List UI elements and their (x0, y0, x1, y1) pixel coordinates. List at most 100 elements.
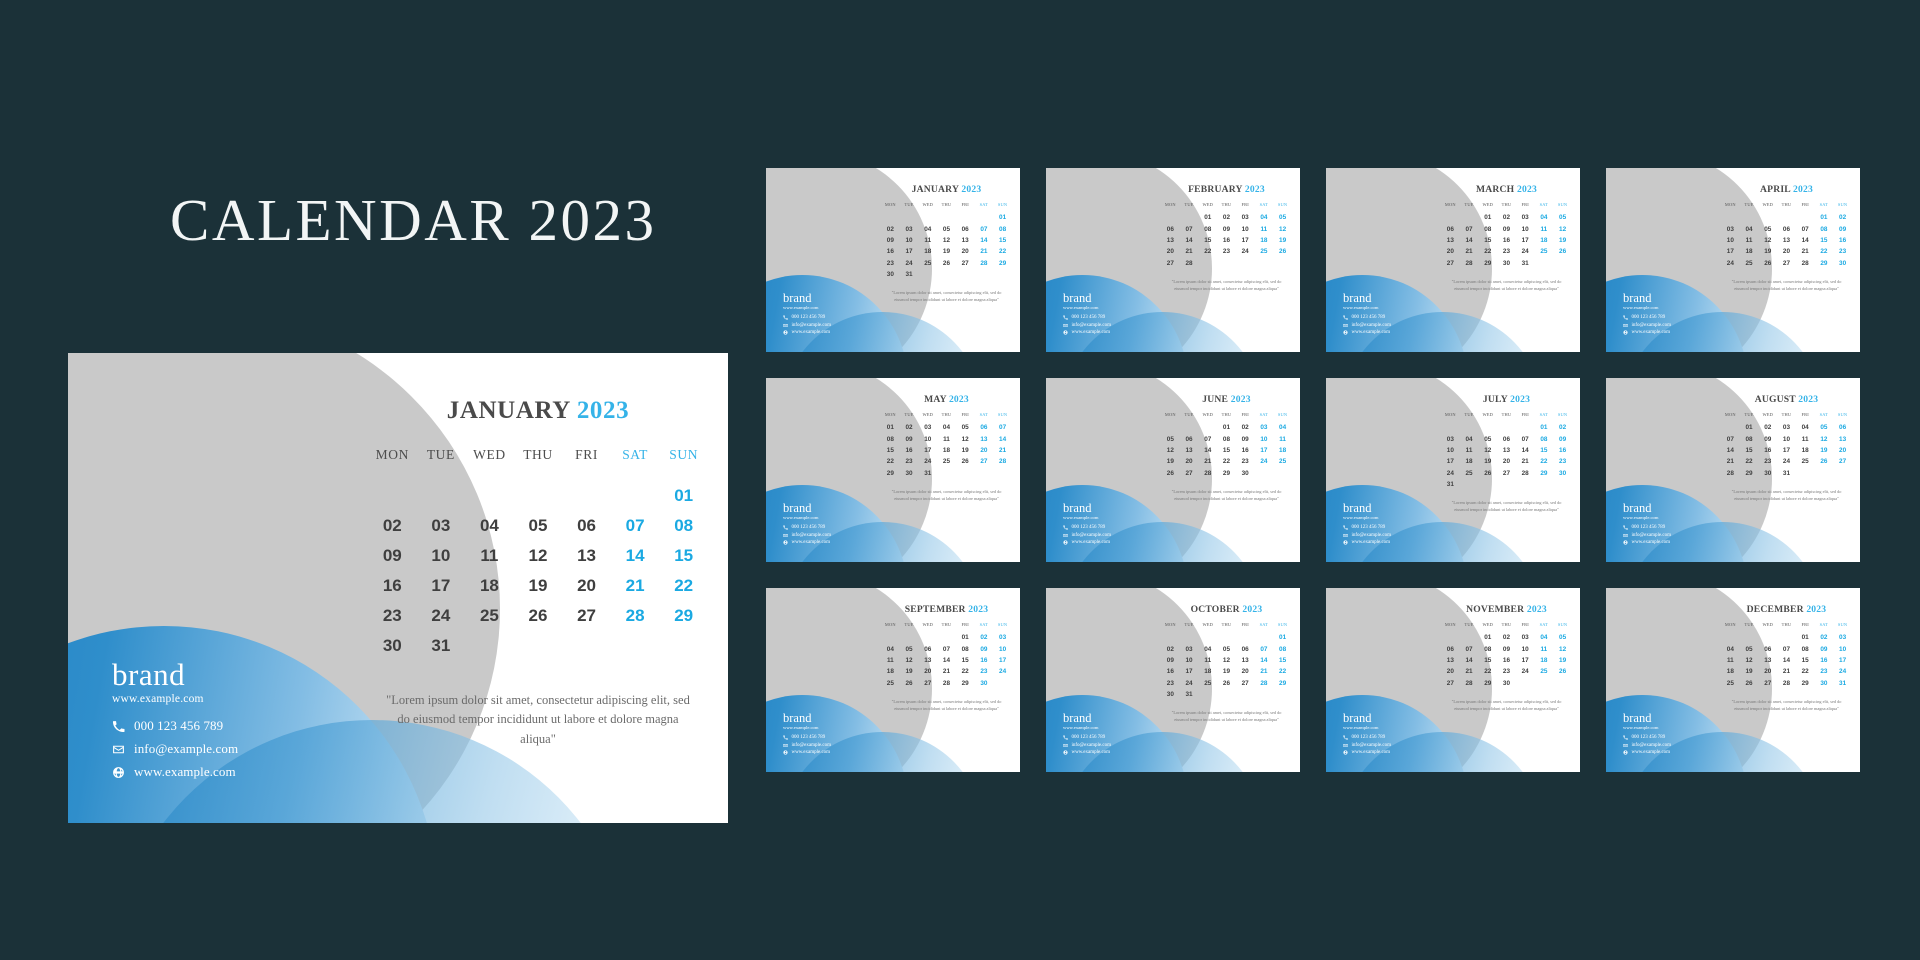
date-cell[interactable]: 23 (1833, 246, 1852, 257)
date-grid[interactable]: MON TUE WED THU FRI SAT SUN 01 02 03 04 05 06 07 08 09 1… (881, 622, 1012, 689)
date-cell[interactable]: 11 (918, 235, 937, 246)
contact-row[interactable]: www.example.com (1063, 750, 1111, 755)
date-cell[interactable]: 12 (1553, 223, 1572, 234)
date-cell[interactable]: 21 (1180, 246, 1199, 257)
date-cell[interactable]: 14 (937, 655, 956, 666)
date-cell[interactable]: 24 (993, 666, 1012, 677)
date-cell[interactable]: 22 (1478, 246, 1497, 257)
date-cell[interactable]: 02 (975, 632, 994, 643)
date-cell[interactable]: 09 (1758, 433, 1777, 444)
date-cell[interactable]: 08 (993, 223, 1012, 234)
date-cell[interactable]: 05 (514, 511, 563, 541)
date-cell[interactable]: 09 (975, 643, 994, 654)
contact-row[interactable]: info@example.com (1343, 533, 1391, 538)
date-cell[interactable]: 06 (1236, 643, 1255, 654)
date-cell[interactable]: 10 (1236, 223, 1255, 234)
date-cell[interactable]: 14 (1721, 445, 1740, 456)
contact-row[interactable]: 000 123 456 789 (1063, 525, 1111, 530)
date-cell[interactable]: 02 (1815, 632, 1834, 643)
date-cell[interactable]: 21 (1516, 456, 1535, 467)
date-cell[interactable]: 29 (956, 678, 975, 689)
date-cell[interactable]: 09 (1161, 655, 1180, 666)
date-cell[interactable]: 15 (1478, 235, 1497, 246)
month-thumbnail-june[interactable]: brand www.example.com 000 123 456 789 info@… (1046, 378, 1300, 562)
date-cell[interactable]: 21 (1796, 246, 1815, 257)
date-grid[interactable]: MON TUE WED THU FRI SAT SUN 01 02 03 04 05 06 07 08 09 1… (881, 202, 1012, 280)
date-cell[interactable]: 18 (465, 571, 514, 601)
date-cell[interactable]: 06 (562, 511, 611, 541)
date-cell[interactable]: 19 (1553, 235, 1572, 246)
date-cell[interactable]: 25 (1740, 258, 1759, 269)
date-cell[interactable]: 16 (1217, 235, 1236, 246)
date-cell[interactable]: 19 (1161, 456, 1180, 467)
date-cell[interactable]: 28 (1180, 258, 1199, 269)
date-cell[interactable]: 22 (1796, 666, 1815, 677)
date-cell[interactable]: 02 (1217, 212, 1236, 223)
date-cell[interactable]: 08 (1535, 433, 1554, 444)
date-cell[interactable]: 24 (1516, 246, 1535, 257)
date-cell[interactable]: 02 (1553, 422, 1572, 433)
date-cell[interactable]: 27 (975, 456, 994, 467)
date-cell[interactable]: 16 (368, 571, 417, 601)
contact-row[interactable]: info@example.com (1063, 743, 1111, 748)
date-cell[interactable]: 10 (1516, 643, 1535, 654)
date-cell[interactable]: 12 (514, 541, 563, 571)
date-cell[interactable]: 01 (1273, 632, 1292, 643)
date-cell[interactable]: 29 (1796, 678, 1815, 689)
date-cell[interactable]: 11 (1255, 223, 1274, 234)
contact-row[interactable]: www.example.com (112, 764, 238, 780)
date-cell[interactable]: 08 (659, 511, 708, 541)
date-cell[interactable]: 19 (956, 445, 975, 456)
date-cell[interactable]: 03 (1180, 643, 1199, 654)
date-cell[interactable]: 23 (1217, 246, 1236, 257)
date-cell[interactable]: 26 (514, 601, 563, 631)
date-cell[interactable]: 26 (1815, 456, 1834, 467)
date-cell[interactable]: 18 (1460, 456, 1479, 467)
date-cell[interactable]: 13 (1777, 235, 1796, 246)
date-cell[interactable]: 05 (1161, 433, 1180, 444)
date-cell[interactable]: 11 (937, 433, 956, 444)
date-cell[interactable]: 30 (1161, 689, 1180, 700)
date-cell[interactable]: 21 (993, 445, 1012, 456)
date-cell[interactable]: 23 (1815, 666, 1834, 677)
date-cell[interactable]: 03 (918, 422, 937, 433)
date-cell[interactable]: 09 (368, 541, 417, 571)
date-cell[interactable]: 07 (937, 643, 956, 654)
date-cell[interactable]: 27 (1833, 456, 1852, 467)
contact-row[interactable]: www.example.com (1343, 750, 1391, 755)
date-cell[interactable]: 10 (1255, 433, 1274, 444)
date-cell[interactable]: 09 (1217, 223, 1236, 234)
month-thumbnail-october[interactable]: brand www.example.com 000 123 456 789 info@… (1046, 588, 1300, 772)
date-grid[interactable]: MON TUE WED THU FRI SAT SUN 01 02 03 04 05 06 07 08 09 1… (1721, 622, 1852, 689)
date-cell[interactable]: 15 (993, 235, 1012, 246)
date-cell[interactable]: 20 (1161, 246, 1180, 257)
month-thumbnail-december[interactable]: brand www.example.com 000 123 456 789 info@… (1606, 588, 1860, 772)
date-cell[interactable]: 17 (1180, 666, 1199, 677)
date-cell[interactable]: 03 (417, 511, 466, 541)
date-cell[interactable]: 18 (918, 246, 937, 257)
date-cell[interactable]: 06 (1180, 433, 1199, 444)
date-cell[interactable]: 08 (1198, 223, 1217, 234)
date-cell[interactable]: 25 (1721, 678, 1740, 689)
date-cell[interactable]: 11 (1535, 643, 1554, 654)
date-cell[interactable]: 19 (1740, 666, 1759, 677)
date-cell[interactable]: 10 (900, 235, 919, 246)
date-cell[interactable]: 01 (956, 632, 975, 643)
date-cell[interactable]: 14 (1796, 235, 1815, 246)
date-cell[interactable]: 21 (1777, 666, 1796, 677)
date-grid[interactable]: MON TUE WED THU FRI SAT SUN 01 02 03 04 05 06 07 08 09 1… (1721, 202, 1852, 269)
date-cell[interactable]: 19 (1217, 666, 1236, 677)
date-cell[interactable]: 08 (1478, 223, 1497, 234)
date-cell[interactable]: 19 (900, 666, 919, 677)
date-cell[interactable]: 07 (993, 422, 1012, 433)
date-cell[interactable]: 21 (975, 246, 994, 257)
date-cell[interactable]: 29 (1478, 678, 1497, 689)
date-cell[interactable]: 29 (1273, 678, 1292, 689)
date-cell[interactable]: 26 (1553, 666, 1572, 677)
date-cell[interactable]: 05 (900, 643, 919, 654)
date-cell[interactable]: 07 (975, 223, 994, 234)
date-cell[interactable]: 05 (1553, 632, 1572, 643)
date-cell[interactable]: 14 (1198, 445, 1217, 456)
contact-row[interactable]: 000 123 456 789 (783, 525, 831, 530)
contact-row[interactable]: info@example.com (783, 533, 831, 538)
